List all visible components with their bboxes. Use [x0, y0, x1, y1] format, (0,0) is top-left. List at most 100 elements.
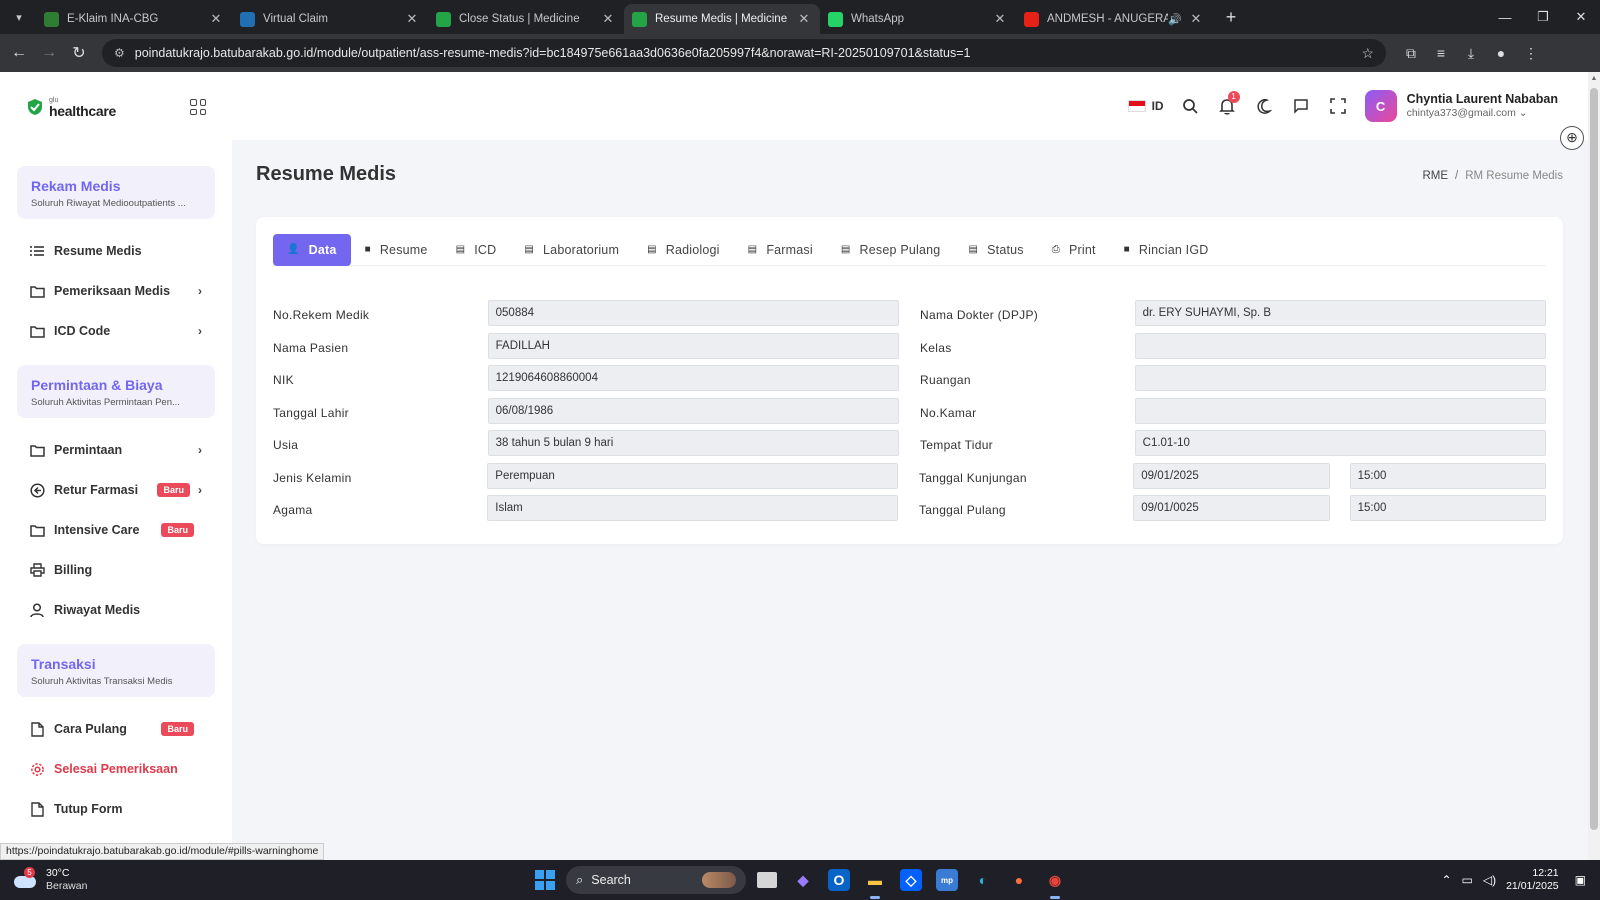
tab-icd[interactable]: ▤ ICD — [442, 234, 511, 266]
sidebar-item-billing[interactable]: Billing — [0, 550, 232, 590]
tab-rincian-igd[interactable]: ■ Rincian IGD — [1110, 234, 1223, 266]
fullscreen-icon[interactable] — [1320, 98, 1357, 114]
date-input[interactable]: 09/01/0025 — [1133, 495, 1330, 521]
browser-tab[interactable]: WhatsApp ✕ — [820, 4, 1016, 34]
reload-icon[interactable]: ↻ — [64, 43, 94, 63]
close-tab-icon[interactable]: ✕ — [796, 11, 812, 27]
minimize-icon[interactable]: — — [1486, 10, 1524, 25]
close-tab-icon[interactable]: ✕ — [208, 11, 224, 27]
site-info-icon[interactable]: ⚙ — [114, 46, 125, 60]
tab-farmasi[interactable]: ▤ Farmasi — [734, 234, 827, 266]
time-input[interactable]: 15:00 — [1349, 495, 1547, 521]
app-icon[interactable]: mp — [936, 869, 958, 891]
new-tab-button[interactable]: + — [1218, 4, 1244, 30]
chat-icon[interactable] — [1283, 98, 1320, 114]
app-grid-icon[interactable] — [190, 99, 206, 115]
outlook-icon[interactable]: O — [828, 869, 850, 891]
browser-menu-icon[interactable]: ⋮ — [1516, 45, 1546, 62]
notification-center-icon[interactable]: ▣ — [1575, 873, 1586, 887]
time-input[interactable]: 15:00 — [1349, 462, 1547, 489]
field-input[interactable]: 06/08/1986 — [487, 397, 899, 424]
field-input[interactable]: 050884 — [487, 300, 899, 326]
edge-icon[interactable]: ◐ — [968, 865, 998, 895]
sidebar-item-intensive-care[interactable]: Intensive Care Baru — [0, 510, 232, 550]
close-tab-icon[interactable]: ✕ — [404, 11, 420, 27]
tab-resep-pulang[interactable]: ▤ Resep Pulang — [827, 234, 955, 266]
profile-icon[interactable]: ● — [1486, 45, 1516, 62]
close-tab-icon[interactable]: ✕ — [1188, 11, 1204, 27]
copilot-icon[interactable]: ◆ — [788, 865, 818, 895]
sidebar-item-tutup-form[interactable]: Tutup Form — [0, 789, 232, 829]
chrome-icon[interactable]: ◉ — [1040, 865, 1070, 899]
tab-search-icon[interactable]: ▾ — [6, 4, 32, 30]
scroll-up-icon[interactable]: ▲ — [1588, 72, 1600, 86]
firefox-icon[interactable]: ● — [1004, 865, 1034, 895]
task-view-icon[interactable] — [757, 872, 777, 888]
close-window-icon[interactable]: ✕ — [1562, 9, 1600, 25]
field-input[interactable]: FADILLAH — [487, 332, 899, 359]
field-input[interactable]: C1.01-10 — [1134, 430, 1546, 456]
audio-playing-icon[interactable]: 🔊 — [1168, 13, 1182, 26]
windows-start-icon[interactable] — [530, 865, 560, 895]
close-tab-icon[interactable]: ✕ — [600, 11, 616, 27]
browser-tab[interactable]: ANDMESH - ANUGERAH TE🔊 ✕ — [1016, 4, 1212, 34]
date-input[interactable]: 09/01/2025 — [1133, 462, 1330, 489]
sidebar-section-header[interactable]: Rekam Medis Soluruh Riwayat Mediooutpatie… — [17, 166, 215, 219]
field-input[interactable]: 38 tahun 5 bulan 9 hari — [487, 430, 899, 456]
restore-icon[interactable]: ❐ — [1524, 9, 1562, 25]
media-control-icon[interactable]: ≡ — [1426, 45, 1456, 62]
url-text[interactable]: poindatukrajo.batubarakab.go.id/module/o… — [135, 46, 1362, 60]
forward-icon[interactable]: → — [34, 44, 64, 62]
sidebar-item-pemeriksaan-medis[interactable]: Pemeriksaan Medis › — [0, 271, 232, 311]
weather-widget[interactable]: 5 30°C Berawan — [14, 867, 214, 892]
system-clock[interactable]: 12:21 21/01/2025 — [1506, 867, 1559, 893]
field-input[interactable]: Islam — [487, 495, 898, 521]
dropbox-icon[interactable]: ◇ — [900, 869, 922, 891]
sidebar-section-header[interactable]: Permintaan & Biaya Soluruh Aktivitas Perm… — [17, 365, 215, 418]
sidebar-item-retur-farmasi[interactable]: Retur Farmasi Baru › — [0, 470, 232, 510]
breadcrumb-root[interactable]: RME — [1422, 170, 1448, 182]
back-icon[interactable]: ← — [4, 44, 34, 62]
tab-data[interactable]: 👤 Data — [273, 233, 351, 266]
language-switcher[interactable]: ID — [1127, 99, 1164, 113]
page-scrollbar[interactable]: ▲ — [1588, 72, 1600, 860]
sidebar-item-icd-code[interactable]: ICD Code › — [0, 311, 232, 351]
extensions-icon[interactable]: ⧉ — [1396, 45, 1426, 62]
sidebar-item-resume-medis[interactable]: Resume Medis — [0, 231, 232, 271]
browser-tab[interactable]: Virtual Claim ✕ — [232, 4, 428, 34]
search-icon[interactable] — [1172, 98, 1209, 114]
user-menu[interactable]: Chyntia Laurent Nababan chintya373@gmail… — [1407, 92, 1558, 121]
field-input[interactable] — [1134, 332, 1546, 359]
sidebar-item-selesai-pemeriksaan[interactable]: Selesai Pemeriksaan — [0, 749, 232, 789]
volume-icon[interactable]: ◁) — [1483, 873, 1496, 887]
tab-print[interactable]: ⎙ Print — [1038, 234, 1110, 266]
dark-mode-moon-icon[interactable] — [1246, 98, 1283, 114]
sidebar-item-permintaan[interactable]: Permintaan › — [0, 430, 232, 470]
sidebar-section-header[interactable]: Transaksi Soluruh Aktivitas Transaksi Med… — [17, 644, 215, 697]
downloads-icon[interactable]: ⤓ — [1456, 45, 1486, 62]
browser-tab[interactable]: E-Klaim INA-CBG ✕ — [36, 4, 232, 34]
avatar[interactable]: C — [1364, 90, 1397, 122]
field-input[interactable]: dr. ERY SUHAYMI, Sp. B — [1134, 300, 1546, 326]
sidebar-item-cara-pulang[interactable]: Cara Pulang Baru — [0, 709, 232, 749]
notification-bell-icon[interactable]: 1 — [1209, 90, 1246, 115]
tab-laboratorium[interactable]: ▤ Laboratorium — [510, 234, 633, 266]
globe-icon[interactable]: ⊕ — [1560, 126, 1584, 150]
tab-resume[interactable]: ■ Resume — [351, 234, 442, 266]
tab-status[interactable]: ▤ Status — [954, 234, 1037, 266]
field-input[interactable] — [1134, 365, 1546, 391]
browser-tab[interactable]: Resume Medis | Medicine ✕ — [624, 4, 820, 34]
bookmark-star-icon[interactable]: ☆ — [1361, 45, 1374, 62]
scrollbar-thumb[interactable] — [1590, 88, 1598, 830]
field-input[interactable] — [1134, 397, 1546, 424]
network-icon[interactable]: ▭ — [1462, 873, 1473, 887]
field-input[interactable]: 1219064608860004 — [487, 365, 899, 391]
sidebar-item-riwayat-medis[interactable]: Riwayat Medis — [0, 590, 232, 630]
browser-tab[interactable]: Close Status | Medicine ✕ — [428, 4, 624, 34]
tab-radiologi[interactable]: ▤ Radiologi — [633, 234, 734, 266]
brand-logo-icon[interactable] — [25, 97, 45, 117]
tray-chevron-up-icon[interactable]: ⌃ — [1441, 873, 1451, 887]
file-explorer-icon[interactable]: ▬ — [860, 865, 890, 899]
address-bar[interactable]: ⚙ poindatukrajo.batubarakab.go.id/module… — [102, 39, 1386, 67]
close-tab-icon[interactable]: ✕ — [992, 11, 1008, 27]
